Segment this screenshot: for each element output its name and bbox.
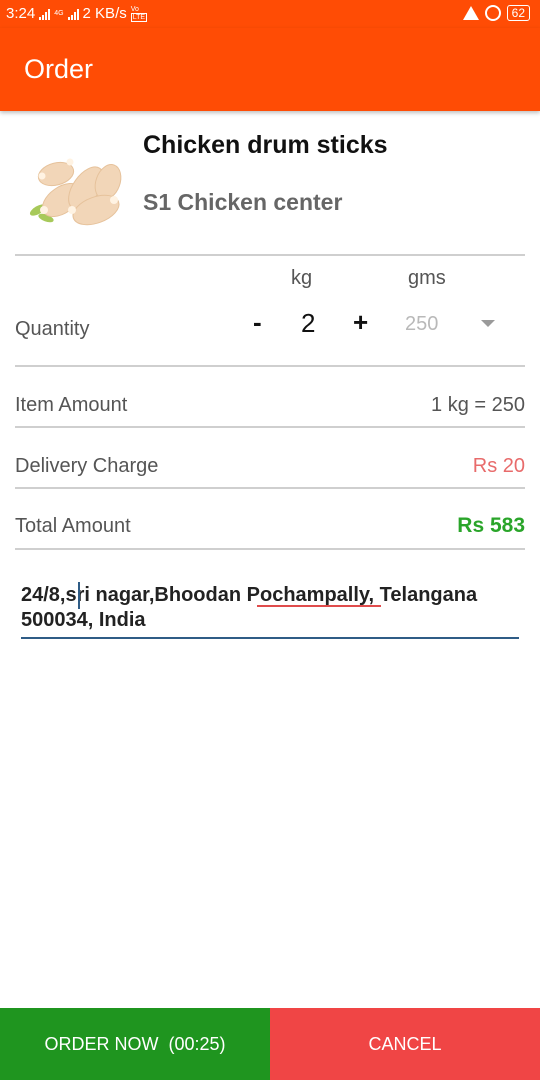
chicken-drumsticks-image [29, 158, 122, 226]
divider [15, 254, 525, 256]
item-amount-label: Item Amount [15, 394, 128, 416]
divider [15, 548, 525, 550]
lock-rotation-icon [484, 5, 501, 21]
page-title: Order [24, 54, 94, 84]
address-part-3: Pochampally [246, 584, 369, 606]
spellcheck-underline [257, 605, 381, 607]
chevron-down-icon[interactable] [481, 320, 495, 327]
gms-dropdown[interactable]: 250 [405, 313, 438, 336]
item-amount-value: 1 kg = 250 [431, 394, 525, 416]
divider [15, 487, 525, 489]
volte-icon: Vo LTE [130, 5, 148, 22]
network-speed: 2 KB/s [82, 5, 127, 22]
total-amount-value: Rs 583 [457, 514, 525, 537]
clock: 3:24 [6, 5, 36, 22]
product-name: Chicken drum sticks [143, 131, 388, 159]
total-amount-label: Total Amount [15, 515, 131, 537]
decrement-button[interactable]: - [253, 307, 262, 338]
delivery-charge-label: Delivery Charge [15, 455, 159, 477]
volte-top: Vo [130, 5, 139, 13]
cancel-button[interactable]: CANCEL [270, 1008, 540, 1080]
battery-icon: 62 [506, 5, 530, 21]
status-right: 62 [462, 5, 530, 21]
signal-icon [39, 8, 51, 20]
kg-label: kg [291, 267, 313, 289]
address-input-underline [21, 637, 519, 639]
quantity-label: Quantity [15, 318, 90, 340]
delivery-charge-value: Rs 20 [472, 455, 525, 477]
increment-button[interactable]: + [353, 307, 368, 338]
address-part-1: 24/8, [21, 584, 66, 606]
signal-icon-2 [67, 8, 79, 20]
network-type: 4G [54, 10, 64, 17]
alert-icon [462, 6, 479, 20]
divider [15, 426, 525, 428]
app-bar: Order [0, 28, 540, 111]
kg-value: 2 [301, 308, 316, 338]
order-now-button[interactable]: ORDER NOW (00:25) [0, 1008, 270, 1080]
status-left: 3:24 4G 2 KB/s Vo LTE [6, 5, 148, 22]
address-input[interactable]: 24/8,sri nagar,Bhoodan Pochampally, Tela… [21, 583, 519, 633]
status-bar: 3:24 4G 2 KB/s Vo LTE 62 [0, 0, 540, 28]
address-part-2: sri nagar,Bhoodan [65, 584, 247, 606]
text-cursor [78, 582, 80, 609]
volte-bottom: LTE [130, 12, 148, 22]
gms-label: gms [408, 267, 446, 289]
shop-name: S1 Chicken center [143, 189, 343, 215]
divider [15, 365, 525, 367]
